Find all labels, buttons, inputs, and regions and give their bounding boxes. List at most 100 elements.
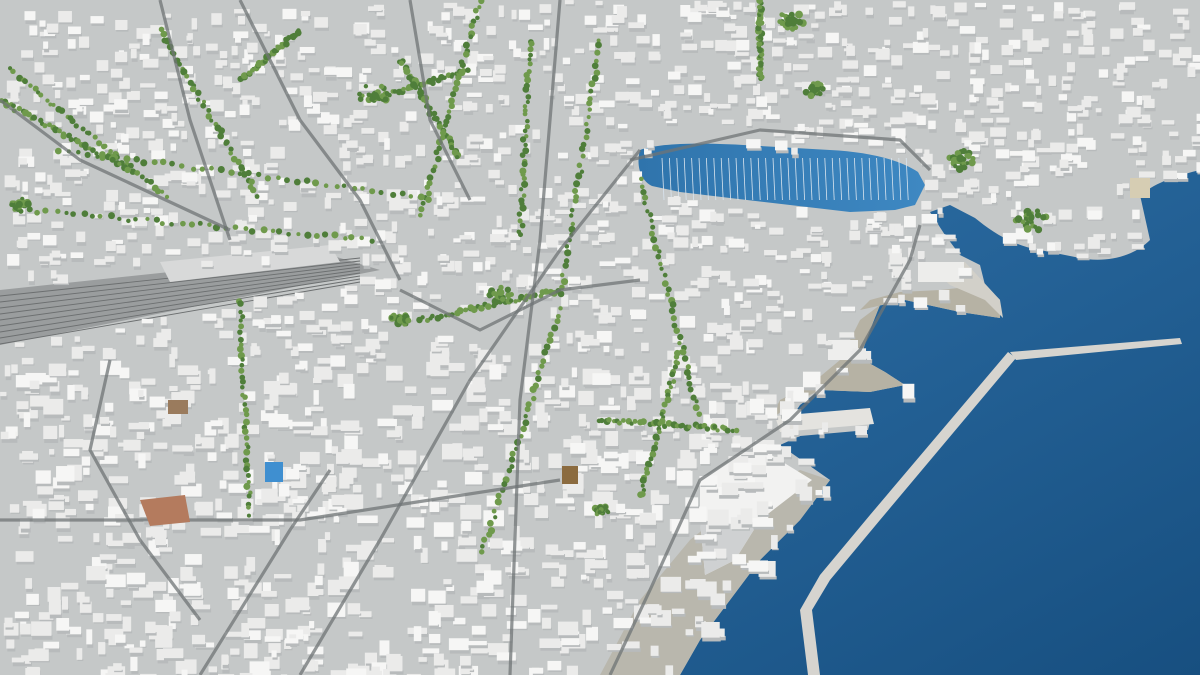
tree bbox=[572, 187, 579, 194]
building bbox=[662, 258, 669, 266]
building bbox=[904, 215, 916, 228]
building bbox=[703, 334, 714, 342]
building bbox=[624, 474, 630, 481]
building bbox=[502, 272, 510, 281]
building bbox=[991, 88, 1003, 97]
building bbox=[555, 498, 575, 504]
tree bbox=[425, 196, 432, 203]
building bbox=[76, 231, 86, 243]
tree bbox=[659, 266, 664, 271]
building bbox=[1027, 40, 1043, 52]
building bbox=[693, 75, 706, 81]
tree bbox=[123, 155, 131, 163]
tree bbox=[69, 118, 76, 125]
tree bbox=[250, 186, 257, 194]
building bbox=[25, 578, 32, 589]
tree bbox=[525, 94, 532, 100]
building bbox=[430, 387, 447, 395]
building bbox=[227, 587, 239, 599]
park-tree bbox=[363, 83, 369, 89]
building bbox=[406, 517, 425, 528]
tree bbox=[575, 172, 583, 180]
building bbox=[821, 282, 832, 288]
building bbox=[86, 565, 106, 581]
building bbox=[435, 32, 448, 37]
building bbox=[458, 536, 477, 546]
building bbox=[422, 648, 440, 654]
tree bbox=[756, 4, 762, 10]
building bbox=[542, 562, 560, 569]
building bbox=[982, 49, 989, 60]
tree bbox=[555, 313, 561, 319]
building bbox=[595, 0, 603, 6]
building bbox=[485, 261, 491, 270]
building bbox=[74, 336, 80, 342]
building bbox=[284, 638, 299, 644]
building bbox=[888, 16, 902, 25]
building bbox=[875, 48, 890, 60]
building bbox=[974, 42, 982, 54]
building bbox=[818, 119, 834, 125]
tree bbox=[712, 424, 718, 430]
building bbox=[353, 109, 368, 119]
building bbox=[205, 43, 218, 51]
building bbox=[817, 46, 833, 58]
building bbox=[129, 43, 140, 49]
building bbox=[81, 596, 90, 603]
building bbox=[81, 456, 91, 466]
building bbox=[1023, 57, 1032, 65]
building bbox=[589, 42, 596, 51]
building bbox=[499, 132, 507, 139]
building bbox=[912, 41, 929, 53]
tree bbox=[195, 89, 202, 97]
building bbox=[610, 306, 622, 316]
building bbox=[249, 661, 270, 675]
building bbox=[550, 550, 565, 556]
tree bbox=[209, 165, 214, 171]
building bbox=[518, 9, 531, 20]
tree bbox=[359, 235, 364, 241]
building bbox=[108, 476, 129, 484]
building bbox=[955, 304, 966, 312]
building bbox=[86, 629, 93, 645]
tree bbox=[189, 85, 197, 93]
tree bbox=[245, 472, 251, 478]
building bbox=[734, 76, 742, 88]
building bbox=[1048, 75, 1056, 86]
building bbox=[990, 193, 997, 203]
building bbox=[608, 146, 616, 153]
tree bbox=[256, 171, 262, 178]
tree bbox=[573, 180, 581, 188]
building bbox=[321, 303, 338, 311]
park-tree bbox=[382, 96, 389, 103]
building bbox=[969, 144, 981, 152]
tree bbox=[133, 216, 138, 222]
building bbox=[235, 36, 241, 43]
tree bbox=[546, 336, 554, 344]
tree bbox=[238, 367, 245, 374]
building bbox=[61, 582, 79, 590]
building bbox=[1066, 30, 1079, 36]
building bbox=[248, 525, 270, 533]
building bbox=[115, 328, 125, 333]
building bbox=[652, 34, 660, 46]
building bbox=[528, 24, 543, 30]
building bbox=[495, 180, 504, 185]
building bbox=[873, 212, 887, 221]
building bbox=[54, 89, 61, 99]
building bbox=[312, 91, 328, 102]
building bbox=[278, 483, 290, 497]
tree bbox=[524, 124, 531, 130]
building bbox=[436, 60, 445, 70]
building bbox=[945, 248, 960, 254]
tree bbox=[509, 450, 516, 457]
building bbox=[467, 640, 487, 646]
building bbox=[898, 294, 905, 304]
building bbox=[1086, 20, 1096, 28]
building bbox=[571, 367, 577, 378]
building bbox=[340, 321, 353, 331]
park-tree bbox=[357, 96, 364, 102]
building bbox=[496, 215, 502, 228]
building bbox=[184, 554, 202, 565]
building bbox=[610, 35, 618, 46]
